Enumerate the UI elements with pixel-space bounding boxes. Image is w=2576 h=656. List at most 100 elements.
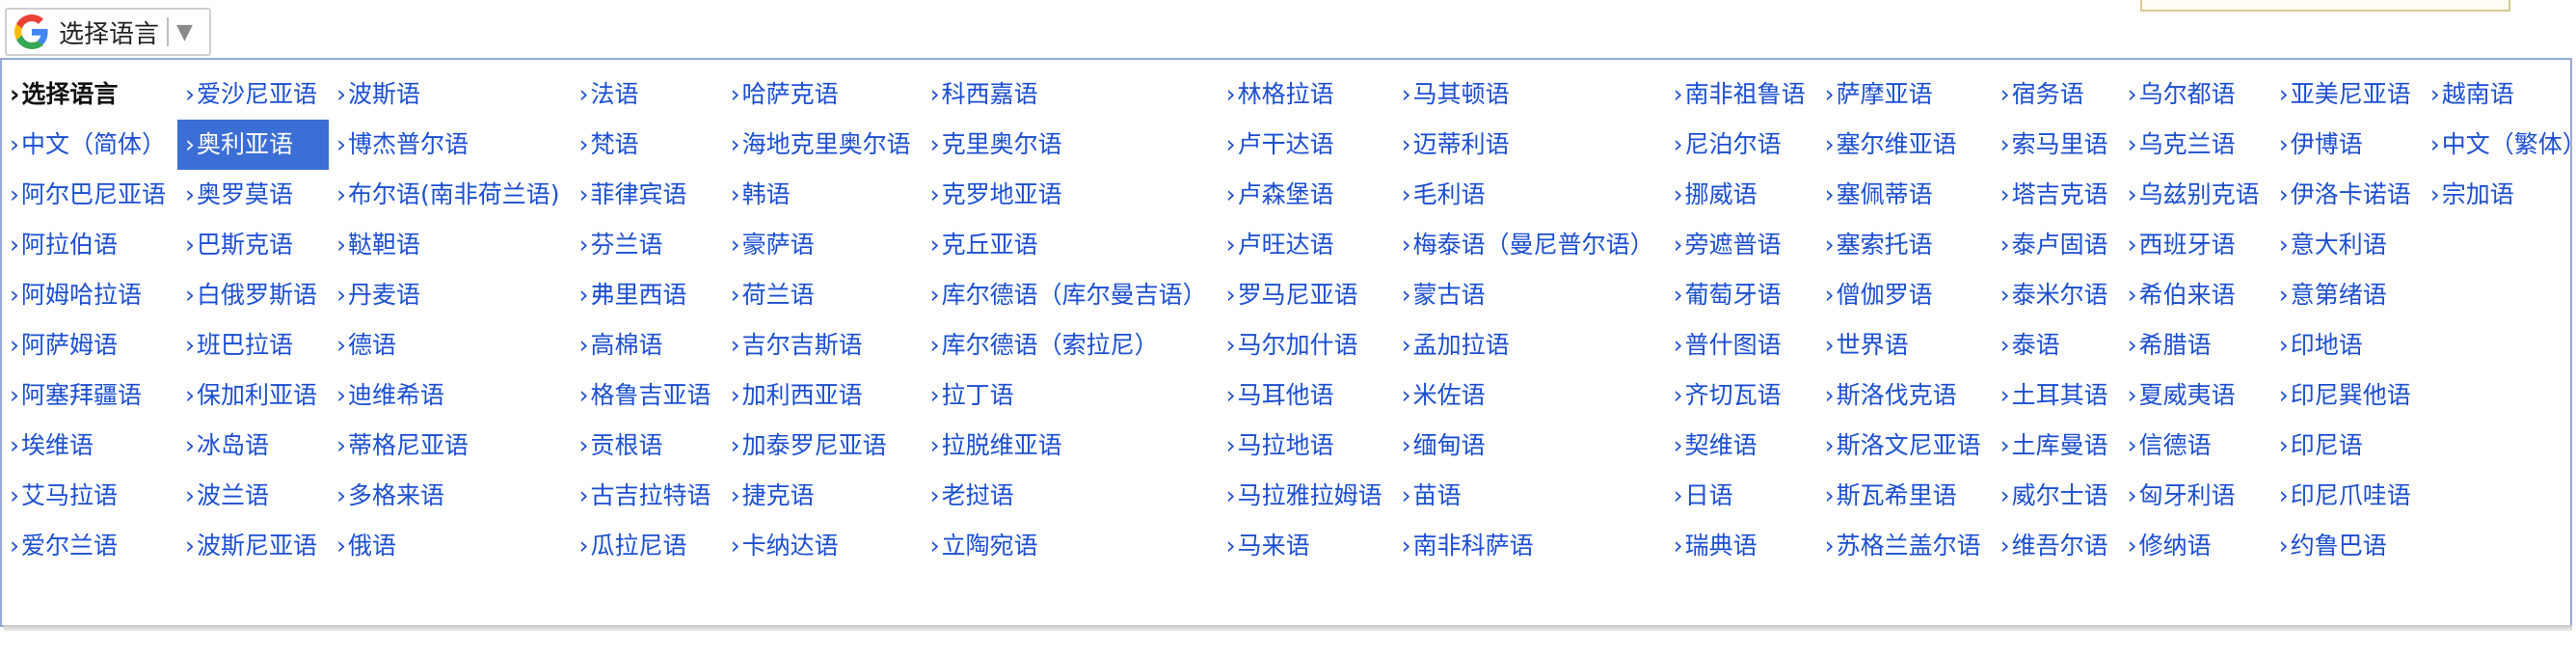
language-option[interactable]: ›马拉雅拉姆语: [1219, 471, 1394, 521]
language-option[interactable]: ›芬兰语: [572, 220, 723, 270]
language-option[interactable]: ›吉尔吉斯语: [723, 320, 923, 370]
language-option[interactable]: ›瓜拉尼语: [572, 521, 723, 571]
language-option[interactable]: ›威尔士语: [1993, 471, 2120, 521]
language-option[interactable]: ›班巴拉语: [177, 320, 329, 370]
language-option[interactable]: ›中文（简体）: [2, 120, 177, 170]
language-option[interactable]: ›印尼语: [2271, 421, 2423, 471]
language-option[interactable]: ›马其顿语: [1394, 69, 1666, 120]
language-option[interactable]: ›卡纳达语: [723, 521, 923, 571]
language-option[interactable]: ›豪萨语: [723, 220, 923, 270]
language-option[interactable]: ›爱尔兰语: [2, 521, 177, 571]
language-option[interactable]: ›泰语: [1993, 320, 2120, 370]
language-option[interactable]: ›拉丁语: [923, 370, 1219, 421]
language-option[interactable]: ›丹麦语: [329, 270, 572, 320]
language-option[interactable]: ›加泰罗尼亚语: [723, 421, 923, 471]
language-option[interactable]: ›艾马拉语: [2, 471, 177, 521]
language-option[interactable]: ›南非科萨语: [1394, 521, 1666, 571]
language-option[interactable]: ›波兰语: [177, 471, 329, 521]
language-option[interactable]: ›南非祖鲁语: [1666, 69, 1817, 120]
language-option[interactable]: ›僧伽罗语: [1817, 270, 1993, 320]
language-option[interactable]: ›希伯来语: [2120, 270, 2271, 320]
language-option[interactable]: ›伊博语: [2271, 120, 2423, 170]
language-option[interactable]: ›齐切瓦语: [1666, 370, 1817, 421]
dropdown-arrow-icon[interactable]: ▼: [176, 20, 193, 44]
language-option[interactable]: ›高棉语: [572, 320, 723, 370]
language-option[interactable]: ›世界语: [1817, 320, 1993, 370]
language-option[interactable]: ›韩语: [723, 170, 923, 220]
language-option[interactable]: ›林格拉语: [1219, 69, 1394, 120]
language-option[interactable]: ›梵语: [572, 120, 723, 170]
language-option[interactable]: ›塞索托语: [1817, 220, 1993, 270]
language-option[interactable]: ›斯洛伐克语: [1817, 370, 1993, 421]
language-option[interactable]: ›波斯语: [329, 69, 572, 120]
language-option[interactable]: ›塔吉克语: [1993, 170, 2120, 220]
language-option[interactable]: ›卢干达语: [1219, 120, 1394, 170]
language-option[interactable]: ›索马里语: [1993, 120, 2120, 170]
language-option[interactable]: ›克丘亚语: [923, 220, 1219, 270]
language-option[interactable]: ›斯洛文尼亚语: [1817, 421, 1993, 471]
language-option[interactable]: ›泰米尔语: [1993, 270, 2120, 320]
language-option[interactable]: ›立陶宛语: [923, 521, 1219, 571]
language-option[interactable]: ›菲律宾语: [572, 170, 723, 220]
language-option[interactable]: ›印尼巽他语: [2271, 370, 2423, 421]
language-option[interactable]: ›泰卢固语: [1993, 220, 2120, 270]
language-option[interactable]: ›奥利亚语: [177, 120, 330, 170]
language-option[interactable]: ›毛利语: [1394, 170, 1666, 220]
language-option[interactable]: ›土耳其语: [1993, 370, 2120, 421]
language-option[interactable]: ›克里奥尔语: [923, 120, 1219, 170]
language-option[interactable]: ›苗语: [1394, 471, 1666, 521]
language-selector[interactable]: 选择语言 ▼: [5, 8, 211, 56]
language-option[interactable]: ›阿尔巴尼亚语: [2, 170, 177, 220]
language-option[interactable]: ›科西嘉语: [923, 69, 1219, 120]
menu-header-item[interactable]: ›选择语言: [2, 69, 177, 120]
language-option[interactable]: ›布尔语(南非荷兰语): [329, 170, 572, 220]
language-option[interactable]: ›伊洛卡诺语: [2271, 170, 2423, 220]
language-option[interactable]: ›波斯尼亚语: [177, 521, 329, 571]
language-option[interactable]: ›孟加拉语: [1394, 320, 1666, 370]
language-option[interactable]: ›日语: [1666, 471, 1817, 521]
language-option[interactable]: ›梅泰语（曼尼普尔语）: [1394, 220, 1666, 270]
language-option[interactable]: ›乌兹别克语: [2120, 170, 2271, 220]
language-option[interactable]: ›德语: [329, 320, 572, 370]
language-option[interactable]: ›古吉拉特语: [572, 471, 723, 521]
language-option[interactable]: ›西班牙语: [2120, 220, 2271, 270]
language-option[interactable]: ›信德语: [2120, 421, 2271, 471]
language-option[interactable]: ›白俄罗斯语: [177, 270, 329, 320]
language-option[interactable]: ›哈萨克语: [723, 69, 923, 120]
language-option[interactable]: ›中文（繁体）: [2423, 120, 2570, 170]
language-option[interactable]: ›宿务语: [1993, 69, 2120, 120]
language-option[interactable]: ›克罗地亚语: [923, 170, 1219, 220]
language-option[interactable]: ›普什图语: [1666, 320, 1817, 370]
language-option[interactable]: ›亚美尼亚语: [2271, 69, 2423, 120]
language-option[interactable]: ›塞佩蒂语: [1817, 170, 1993, 220]
language-option[interactable]: ›苏格兰盖尔语: [1817, 521, 1993, 571]
language-option[interactable]: ›爱沙尼亚语: [177, 69, 329, 120]
language-option[interactable]: ›蒂格尼亚语: [329, 421, 572, 471]
language-option[interactable]: ›卢旺达语: [1219, 220, 1394, 270]
language-option[interactable]: ›土库曼语: [1993, 421, 2120, 471]
language-option[interactable]: ›加利西亚语: [723, 370, 923, 421]
language-option[interactable]: ›斯瓦希里语: [1817, 471, 1993, 521]
language-option[interactable]: ›契维语: [1666, 421, 1817, 471]
language-option[interactable]: ›马耳他语: [1219, 370, 1394, 421]
language-option[interactable]: ›夏威夷语: [2120, 370, 2271, 421]
language-option[interactable]: ›尼泊尔语: [1666, 120, 1817, 170]
language-option[interactable]: ›阿塞拜疆语: [2, 370, 177, 421]
language-option[interactable]: ›越南语: [2423, 69, 2570, 120]
language-option[interactable]: ›修纳语: [2120, 521, 2271, 571]
language-option[interactable]: ›阿拉伯语: [2, 220, 177, 270]
language-option[interactable]: ›拉脱维亚语: [923, 421, 1219, 471]
language-option[interactable]: ›印地语: [2271, 320, 2423, 370]
language-option[interactable]: ›奥罗莫语: [177, 170, 329, 220]
language-option[interactable]: ›多格来语: [329, 471, 572, 521]
language-option[interactable]: ›蒙古语: [1394, 270, 1666, 320]
language-option[interactable]: ›匈牙利语: [2120, 471, 2271, 521]
language-option[interactable]: ›保加利亚语: [177, 370, 329, 421]
language-option[interactable]: ›贡根语: [572, 421, 723, 471]
language-option[interactable]: ›阿姆哈拉语: [2, 270, 177, 320]
language-option[interactable]: ›俄语: [329, 521, 572, 571]
language-option[interactable]: ›瑞典语: [1666, 521, 1817, 571]
language-option[interactable]: ›捷克语: [723, 471, 923, 521]
language-option[interactable]: ›海地克里奥尔语: [723, 120, 923, 170]
language-option[interactable]: ›意大利语: [2271, 220, 2423, 270]
